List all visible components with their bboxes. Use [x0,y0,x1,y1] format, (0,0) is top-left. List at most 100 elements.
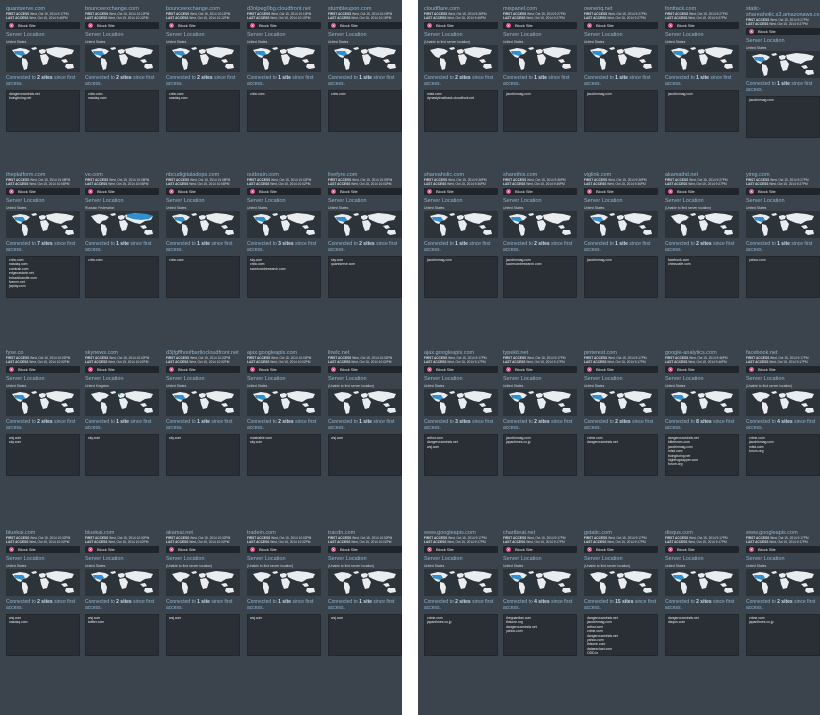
server-location-heading: Server Location [424,198,463,204]
tracker-card: d3nlpeg0bg.cloudfront.net FIRST ACCESS We… [247,6,321,158]
block-site-button[interactable]: ✕ Block Site [746,546,820,553]
block-site-button[interactable]: ✕ Block Site [85,546,159,553]
world-map-graphic [671,213,733,236]
block-site-label: Block Site [758,367,776,372]
block-site-button[interactable]: ✕ Block Site [328,22,402,29]
connected-sites-list: theguardian.com thisone.org dangerousminds… [503,614,577,656]
connected-sites-list: cnbc.com [247,90,321,132]
connected-site-item: jacobinmag.com [506,92,531,96]
block-site-button[interactable]: ✕ Block Site [247,188,321,195]
block-site-button[interactable]: ✕ Block Site [746,28,820,35]
tracker-card: owneriq.net FIRST ACCESS Wed, Oct 15, 201… [584,6,658,158]
connected-site-item: quantserve.com [331,262,356,267]
block-site-button[interactable]: ✕ Block Site [424,546,498,553]
server-country: United Kingdom [85,384,110,388]
server-country: (Unable to find server location) [584,564,631,568]
block-site-button[interactable]: ✕ Block Site [424,188,498,195]
server-map [424,45,498,72]
connected-sites-list: sky.com cnbc.com scorecardresearch.com [247,256,321,298]
block-site-button[interactable]: ✕ Block Site [503,188,577,195]
connected-site-item: nasdaq.com [9,620,28,625]
block-site-button[interactable]: ✕ Block Site [166,546,240,553]
connected-count: 2 sites [696,599,712,605]
server-map [166,569,240,596]
server-country: United States [665,384,686,388]
block-site-label: Block Site [515,189,533,194]
block-site-button[interactable]: ✕ Block Site [166,22,240,29]
block-site-button[interactable]: ✕ Block Site [166,188,240,195]
block-site-button[interactable]: ✕ Block Site [665,366,739,373]
server-country: United States [584,40,605,44]
last-access-line: LAST ACCESS Wed, Oct 15, 2014 10:19PM [328,16,402,20]
last-access-line: LAST ACCESS Wed, Oct 15, 2014 9:17PM [424,540,498,544]
block-site-button[interactable]: ✕ Block Site [328,188,402,195]
server-map [746,389,820,416]
tracker-card: fonttack.com FIRST ACCESS Wed, Oct 15, 20… [665,6,739,158]
connected-sites-summary: Connected to 15 sites since first access… [584,599,657,611]
block-site-button[interactable]: ✕ Block Site [247,546,321,553]
block-site-label: Block Site [259,367,277,372]
block-icon: ✕ [88,547,93,552]
last-access-label: LAST ACCESS [503,182,527,186]
last-access-line: LAST ACCESS Wed, Oct 15, 2014 9:36PM [503,182,577,186]
block-icon: ✕ [587,367,592,372]
block-site-button[interactable]: ✕ Block Site [247,366,321,373]
block-site-button[interactable]: ✕ Block Site [6,546,80,553]
block-site-label: Block Site [178,367,196,372]
server-map [665,569,739,596]
last-access-label: LAST ACCESS [584,182,608,186]
tracker-card: akamai.net FIRST ACCESS Wed, Oct 15, 2014… [166,530,240,682]
block-site-button[interactable]: ✕ Block Site [746,366,820,373]
world-map-graphic [172,47,234,70]
connected-site-item: jwplay.com [9,284,26,289]
block-icon: ✕ [668,23,673,28]
server-location-heading: Server Location [85,198,124,204]
block-site-button[interactable]: ✕ Block Site [503,22,577,29]
block-site-button[interactable]: ✕ Block Site [166,366,240,373]
block-site-button[interactable]: ✕ Block Site [247,22,321,29]
connected-count: 1 site [359,419,372,425]
block-icon: ✕ [668,189,673,194]
block-site-button[interactable]: ✕ Block Site [85,366,159,373]
last-access-value: Wed, Oct 15, 2014 10:03PM [351,182,392,186]
connected-site-item: jacobinmag.com [587,92,612,96]
connected-sites-list: jacobinmag.com japantimes.co.jp [503,434,577,476]
block-icon: ✕ [331,367,336,372]
block-site-button[interactable]: ✕ Block Site [665,188,739,195]
block-site-button[interactable]: ✕ Block Site [424,22,498,29]
block-site-button[interactable]: ✕ Block Site [503,546,577,553]
block-site-button[interactable]: ✕ Block Site [328,546,402,553]
connected-sites-list: wsj.com [328,434,402,476]
connected-sites-list: arthur.com dangerousminds.net wsj.com [424,434,498,476]
block-site-button[interactable]: ✕ Block Site [665,22,739,29]
connected-site-item: nasdaq.com [88,96,107,101]
tracker-domain-link[interactable]: static-shareaholic.s3.amazonaws.com [746,6,820,18]
block-site-button[interactable]: ✕ Block Site [6,188,80,195]
block-site-button[interactable]: ✕ Block Site [584,188,658,195]
connected-sites-list: sky.com [166,434,240,476]
connected-site-item: scorecardresearch.com [506,262,542,267]
connected-site-item: jacobinmag.com [749,98,774,102]
block-site-button[interactable]: ✕ Block Site [584,546,658,553]
server-location-heading: Server Location [85,376,124,382]
block-site-button[interactable]: ✕ Block Site [746,188,820,195]
block-site-button[interactable]: ✕ Block Site [665,546,739,553]
connected-site-item: scorecardresearch.com [250,266,286,271]
block-site-button[interactable]: ✕ Block Site [6,366,80,373]
connected-count: 2 sites [455,599,471,605]
block-site-button[interactable]: ✕ Block Site [85,22,159,29]
block-site-button[interactable]: ✕ Block Site [424,366,498,373]
block-site-button[interactable]: ✕ Block Site [85,188,159,195]
last-access-value: Wed, Oct 15, 2014 9:36PM [526,182,565,186]
connected-sites-summary: Connected to 2 sites since first access. [6,419,76,431]
block-icon: ✕ [9,23,14,28]
world-map-graphic [430,213,492,236]
block-site-button[interactable]: ✕ Block Site [584,366,658,373]
block-site-button[interactable]: ✕ Block Site [328,366,402,373]
block-site-button[interactable]: ✕ Block Site [584,22,658,29]
block-site-button[interactable]: ✕ Block Site [503,366,577,373]
world-map-graphic [253,391,315,414]
block-site-button[interactable]: ✕ Block Site [6,22,80,29]
last-access-label: LAST ACCESS [328,182,352,186]
block-site-label: Block Site [178,189,196,194]
